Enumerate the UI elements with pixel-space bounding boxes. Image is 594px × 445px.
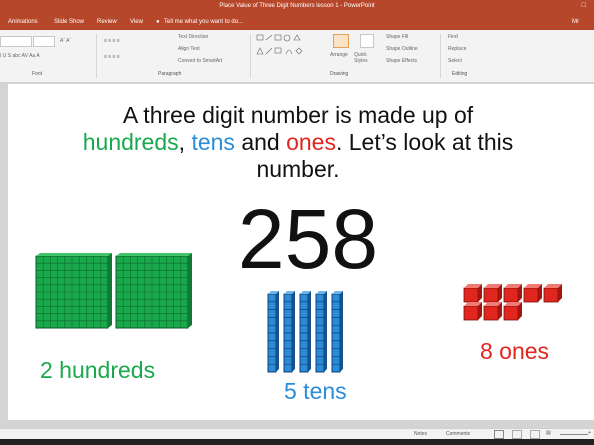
shape-outline-button[interactable]: Shape Outline (386, 46, 418, 52)
arrange-button[interactable]: Arrange (330, 52, 348, 58)
font-name-box[interactable] (0, 36, 32, 47)
ones-cubes[interactable] (463, 284, 574, 324)
one-cube (463, 302, 482, 321)
headline-line-1: A three digit number is made up of (122, 102, 474, 128)
slide[interactable]: A three digit number is made up of hundr… (8, 84, 594, 420)
align-text-button[interactable]: Align Text (178, 46, 200, 52)
quick-styles-icon[interactable] (360, 34, 374, 48)
font-group-label: Font (32, 71, 43, 77)
one-cube (463, 284, 482, 303)
shapes-gallery-icon[interactable] (256, 34, 322, 64)
zoom-slider[interactable] (560, 434, 588, 435)
hundreds-blocks[interactable] (35, 253, 196, 336)
ones-caption[interactable]: 8 ones (480, 338, 549, 365)
font-format-icons[interactable]: I U S abc AV Aa A (0, 53, 40, 59)
quick-styles-button[interactable]: Quick Styles (354, 52, 378, 64)
tab-slide-show[interactable]: Slide Show (54, 19, 84, 25)
normal-view-icon[interactable] (494, 430, 504, 439)
ten-rod (283, 291, 295, 373)
tab-animations[interactable]: Animations (8, 19, 38, 25)
divider (250, 34, 251, 78)
editing-group-label: Editing (452, 71, 468, 77)
word-hundreds: hundreds (82, 129, 179, 155)
tens-caption[interactable]: 5 tens (284, 378, 347, 405)
drawing-group-label: Drawing (330, 71, 349, 77)
big-number[interactable]: 258 (228, 194, 388, 284)
one-cube (483, 284, 502, 303)
tab-view[interactable]: View (130, 19, 143, 25)
word-tens: tens (191, 129, 235, 155)
list-icons[interactable]: ≡ ≡ ≡ ≡ (104, 38, 120, 44)
slide-headline[interactable]: A three digit number is made up of hundr… (48, 102, 548, 183)
paragraph-group-label: Paragraph (158, 71, 182, 77)
ten-rod (315, 291, 327, 373)
taskbar (0, 439, 594, 445)
align-icons[interactable]: ≡ ≡ ≡ ≡ (104, 54, 120, 60)
hundred-flat (115, 253, 192, 329)
ribbon-options-icon[interactable]: □ (582, 2, 586, 9)
one-cube (523, 284, 542, 303)
one-cube (483, 302, 502, 321)
reading-view-icon[interactable] (530, 430, 540, 439)
one-cube (543, 284, 562, 303)
ten-rod (299, 291, 311, 373)
hundred-flat (35, 253, 112, 329)
find-button[interactable]: Find (448, 34, 458, 40)
replace-button[interactable]: Replace (448, 46, 466, 52)
divider (96, 34, 97, 78)
font-grow-icon[interactable]: Aˆ Aˇ (60, 38, 71, 44)
hundreds-caption[interactable]: 2 hundreds (40, 357, 155, 384)
tell-me-search[interactable]: Tell me what you want to do... (164, 19, 243, 25)
smartart-button[interactable]: Convert to SmartArt (178, 58, 222, 64)
notes-button[interactable]: Notes (414, 431, 427, 437)
one-cube (503, 284, 522, 303)
tab-review[interactable]: Review (97, 19, 117, 25)
slide-sorter-icon[interactable] (512, 430, 522, 439)
zoom-in-icon[interactable]: + (588, 430, 591, 436)
text-direction-button[interactable]: Text Direction (178, 34, 208, 40)
select-button[interactable]: Select (448, 58, 462, 64)
divider (440, 34, 441, 78)
headline-rest: . Let’s look at this (335, 129, 514, 155)
font-size-box[interactable] (33, 36, 55, 47)
ribbon: Aˆ Aˇ I U S abc AV Aa A ≡ ≡ ≡ ≡ ≡ ≡ ≡ ≡ … (0, 30, 594, 83)
ribbon-tabs: Animations Slide Show Review View ● Tell… (0, 16, 594, 30)
ten-rod (267, 291, 279, 373)
comma: , (178, 129, 186, 155)
slideshow-icon[interactable]: ▤ (546, 430, 551, 436)
window-title: Place Value of Three Digit Numbers lesso… (219, 3, 375, 9)
one-cube (503, 302, 522, 321)
tens-rods[interactable] (267, 290, 368, 374)
word-and: and (241, 129, 280, 155)
lightbulb-icon: ● (156, 19, 160, 25)
headline-line-3: number. (256, 156, 340, 182)
arrange-icon[interactable] (333, 34, 349, 48)
word-ones: ones (286, 129, 336, 155)
user-name[interactable]: Mr (572, 19, 579, 25)
headline-line-2: hundreds, tens and ones. Let’s look at t… (48, 129, 548, 156)
comments-button[interactable]: Comments (446, 431, 470, 437)
ten-rod (331, 291, 343, 373)
title-bar: Place Value of Three Digit Numbers lesso… (0, 0, 594, 16)
shape-fill-button[interactable]: Shape Fill (386, 34, 408, 40)
shape-effects-button[interactable]: Shape Effects (386, 58, 417, 64)
